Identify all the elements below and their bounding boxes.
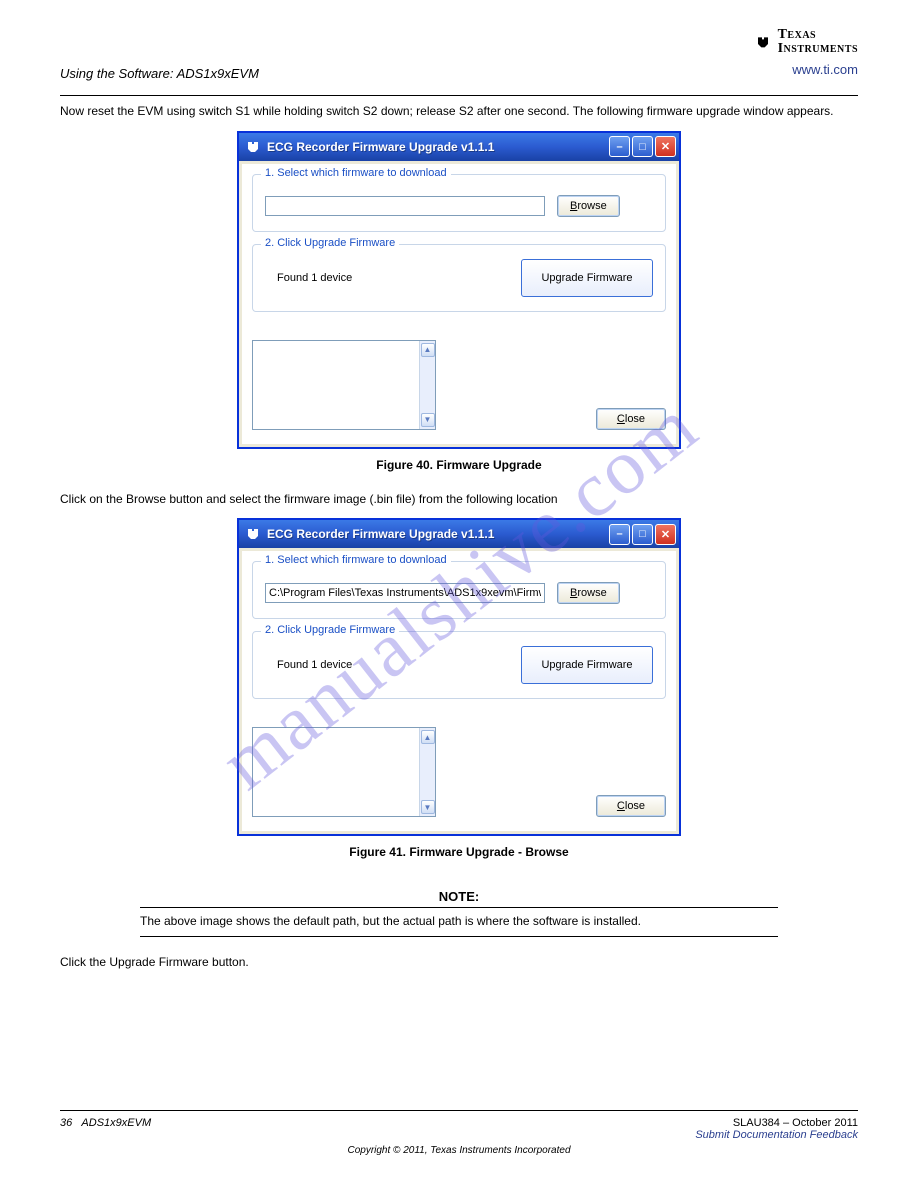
close-button-2[interactable]: Close (596, 795, 666, 817)
brand-line1: Texas (778, 28, 858, 42)
group-upgrade: 2. Click Upgrade Firmware Found 1 device… (252, 244, 666, 312)
footer-rule (60, 1110, 858, 1111)
header-rule (60, 95, 858, 96)
page-number: 36 (60, 1117, 72, 1129)
ti-logo: Texas Instruments (756, 28, 858, 56)
window-title-2: ECG Recorder Firmware Upgrade v1.1.1 (267, 527, 603, 541)
minimize-button-2[interactable]: – (609, 524, 630, 545)
firmware-path-input[interactable] (265, 196, 545, 216)
scroll-down-icon-2[interactable]: ▼ (421, 800, 435, 814)
close-button[interactable]: Close (596, 408, 666, 430)
group-upgrade-2: 2. Click Upgrade Firmware Found 1 device… (252, 631, 666, 699)
titlebar-2[interactable]: ECG Recorder Firmware Upgrade v1.1.1 – □… (239, 520, 679, 548)
page-footer: 36 ADS1x9xEVM SLAU384 – October 2011 Sub… (60, 1110, 858, 1156)
note-rule-bottom (140, 936, 778, 937)
group1-legend: 1. Select which firmware to download (261, 167, 451, 179)
close-window-button-2[interactable]: ✕ (655, 524, 676, 545)
site-link[interactable]: www.ti.com (792, 62, 858, 81)
submit-feedback-link[interactable]: Submit Documentation Feedback (695, 1129, 858, 1141)
log-textarea[interactable]: ▲ ▼ (252, 340, 436, 430)
scroll-up-icon-2[interactable]: ▲ (421, 730, 435, 744)
copyright: Copyright © 2011, Texas Instruments Inco… (60, 1145, 858, 1156)
intro-paragraph-2: Click on the Browse button and select th… (60, 492, 858, 508)
ti-chip-icon (756, 34, 772, 50)
figure-40-caption: Figure 40. Firmware Upgrade (60, 458, 858, 472)
brand-line2: Instruments (778, 42, 858, 56)
upgrade-firmware-button-2[interactable]: Upgrade Firmware (521, 646, 653, 684)
group2-legend: 2. Click Upgrade Firmware (261, 237, 399, 249)
app-icon (245, 139, 261, 155)
group2-legend-2: 2. Click Upgrade Firmware (261, 624, 399, 636)
found-devices-text-2: Found 1 device (265, 659, 352, 671)
browse-button-2[interactable]: Browse (557, 582, 620, 604)
scrollbar[interactable]: ▲ ▼ (419, 341, 435, 429)
note-block: NOTE: The above image shows the default … (140, 889, 778, 937)
after-note-text: Click the Upgrade Firmware button. (60, 955, 858, 971)
doc-revision: SLAU384 – October 2011 (695, 1117, 858, 1129)
scrollbar-2[interactable]: ▲ ▼ (419, 728, 435, 816)
browse-button[interactable]: Browse (557, 195, 620, 217)
maximize-button[interactable]: □ (632, 136, 653, 157)
group-select-firmware-2: 1. Select which firmware to download Bro… (252, 561, 666, 619)
app-icon-2 (245, 526, 261, 542)
figure-41-caption: Figure 41. Firmware Upgrade - Browse (60, 845, 858, 859)
scroll-up-icon[interactable]: ▲ (421, 343, 435, 357)
note-title: NOTE: (140, 889, 778, 904)
section-heading: Using the Software: ADS1x9xEVM (60, 66, 259, 81)
doc-name: ADS1x9xEVM (81, 1117, 151, 1129)
maximize-button-2[interactable]: □ (632, 524, 653, 545)
firmware-path-input-2[interactable] (265, 583, 545, 603)
found-devices-text: Found 1 device (265, 272, 352, 284)
scroll-down-icon[interactable]: ▼ (421, 413, 435, 427)
firmware-dialog-1: ECG Recorder Firmware Upgrade v1.1.1 – □… (238, 132, 680, 448)
close-window-button[interactable]: ✕ (655, 136, 676, 157)
firmware-dialog-2: ECG Recorder Firmware Upgrade v1.1.1 – □… (238, 519, 680, 835)
group-select-firmware: 1. Select which firmware to download Bro… (252, 174, 666, 232)
upgrade-firmware-button[interactable]: Upgrade Firmware (521, 259, 653, 297)
note-rule-top (140, 907, 778, 908)
titlebar[interactable]: ECG Recorder Firmware Upgrade v1.1.1 – □… (239, 133, 679, 161)
window-title: ECG Recorder Firmware Upgrade v1.1.1 (267, 140, 603, 154)
log-textarea-2[interactable]: ▲ ▼ (252, 727, 436, 817)
note-body: The above image shows the default path, … (140, 914, 778, 930)
intro-paragraph-1: Now reset the EVM using switch S1 while … (60, 104, 858, 120)
minimize-button[interactable]: – (609, 136, 630, 157)
group1-legend-2: 1. Select which firmware to download (261, 554, 451, 566)
